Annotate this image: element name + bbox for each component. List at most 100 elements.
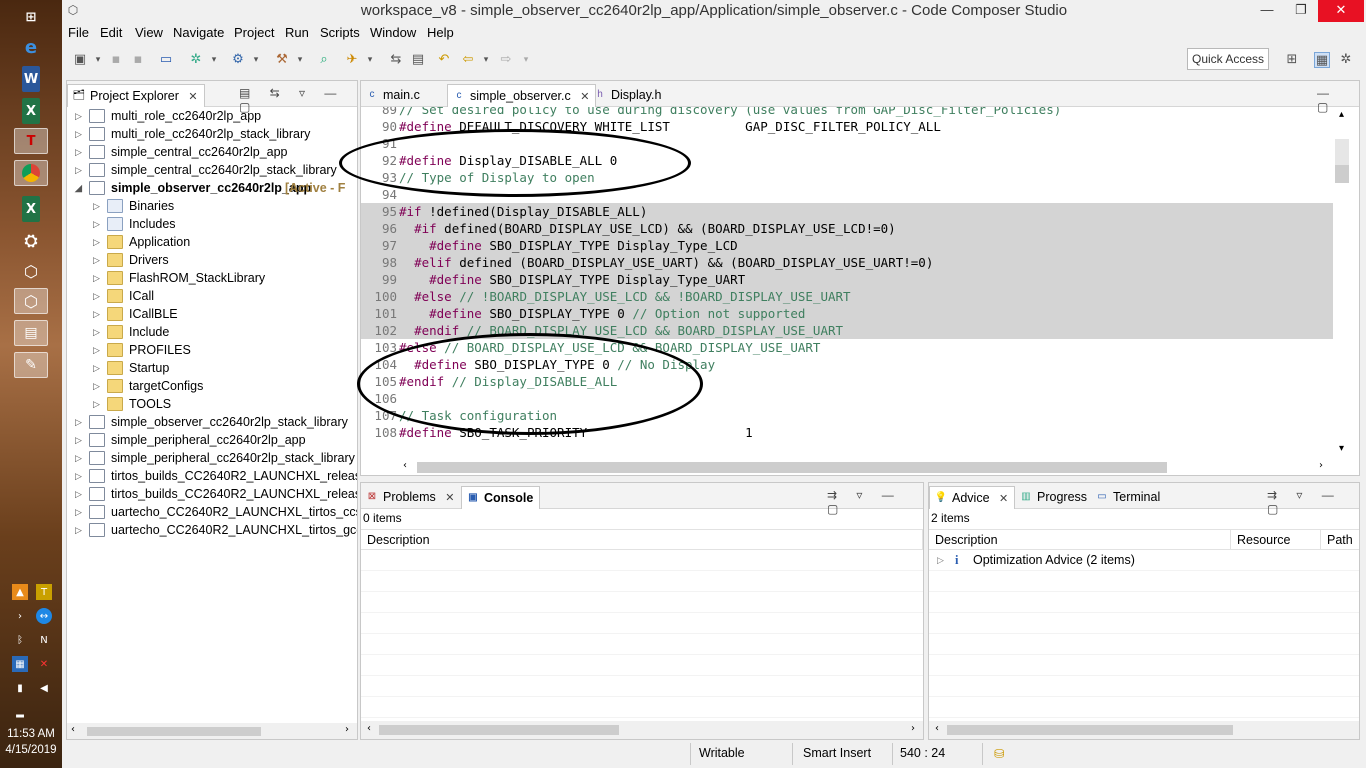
debug-icon[interactable]: ⚙ (230, 52, 246, 68)
internet-explorer-icon[interactable]: e (14, 34, 48, 60)
advice-hscrollbar[interactable]: ‹ (929, 721, 1359, 739)
new-dropdown-icon[interactable]: ▾ (90, 52, 106, 68)
tray-teamviewer-icon[interactable]: ↔ (36, 608, 52, 624)
tree-item[interactable]: ▷ simple_central_cc2640r2lp_app (75, 143, 357, 161)
debug-dropdown-icon[interactable]: ▾ (248, 52, 264, 68)
tree-item[interactable]: ▷ ICall (93, 287, 357, 305)
expand-arrow-icon[interactable]: ▷ (75, 467, 85, 485)
tree-item[interactable]: ▷ PROFILES (93, 341, 357, 359)
open-perspective-icon[interactable]: ⊞ (1284, 52, 1300, 68)
tree-item[interactable]: ▷ uartecho_CC2640R2_LAUNCHXL_tirtos_ccs (75, 503, 357, 521)
bluetooth-icon[interactable]: ᛒ (12, 632, 28, 648)
advice-view-icons[interactable]: ⇉ ▿ — ▢ (1267, 488, 1359, 516)
menu-help[interactable]: Help (427, 25, 454, 40)
tray-chevron-icon[interactable]: › (12, 608, 28, 624)
expand-arrow-icon[interactable]: ▷ (75, 431, 85, 449)
save-all-icon[interactable]: ▪ (130, 52, 146, 68)
close-tab-icon[interactable]: ✕ (999, 493, 1008, 505)
tree-item[interactable]: ▷ multi_role_cc2640r2lp_app (75, 107, 357, 125)
forward-icon[interactable]: ⇨ (498, 52, 514, 68)
tab-progress[interactable]: ▥ Progress (1015, 486, 1093, 509)
hammer-icon[interactable]: ⚒ (274, 52, 290, 68)
battery-icon[interactable]: ▮ (12, 680, 28, 696)
scroll-left-icon[interactable]: ‹ (71, 724, 75, 735)
open-type-icon[interactable]: ⇆ (388, 52, 404, 68)
code-line[interactable]: 89// Set desired policy to use during di… (361, 107, 1333, 118)
editor-vscroll-marker[interactable] (1335, 165, 1349, 183)
scroll-up-icon[interactable]: ▴ (1339, 109, 1344, 120)
expand-arrow-icon[interactable]: ▷ (93, 269, 103, 287)
tree-item[interactable]: ▷ simple_central_cc2640r2lp_stack_library (75, 161, 357, 179)
code-line[interactable]: 98 #elif defined (BOARD_DISPLAY_USE_UART… (361, 254, 1333, 271)
code-line[interactable]: 97 #define SBO_DISPLAY_TYPE Display_Type… (361, 237, 1333, 254)
notepad-icon[interactable]: ✎ (14, 352, 48, 378)
tab-display-h[interactable]: h Display.h (589, 84, 667, 107)
expand-arrow-icon[interactable]: ▷ (93, 233, 103, 251)
problems-hscrollbar[interactable]: ‹ › (361, 721, 923, 739)
tree-item[interactable]: ▷ ICallBLE (93, 305, 357, 323)
expand-arrow-icon[interactable]: ▷ (75, 143, 85, 161)
menu-project[interactable]: Project (234, 25, 274, 40)
terminal-icon[interactable]: ▭ (158, 52, 174, 68)
back-dropdown-icon[interactable]: ▾ (478, 52, 494, 68)
tree-item[interactable]: ▷ FlashROM_StackLibrary (93, 269, 357, 287)
outline-icon[interactable]: ▤ (410, 52, 426, 68)
flash-dropdown-icon[interactable]: ▾ (362, 52, 378, 68)
problems-view-icons[interactable]: ⇉ ▿ — ▢ (827, 488, 923, 516)
expand-arrow-icon[interactable]: ▷ (93, 251, 103, 269)
ccs-edit-perspective-icon[interactable]: ▦ (1314, 52, 1330, 68)
col-description[interactable]: Description (361, 530, 923, 551)
cube-app-icon[interactable]: ⬡ (14, 258, 48, 284)
tab-console[interactable]: ▣ Console (461, 486, 541, 509)
tree-item[interactable]: ▷ Include (93, 323, 357, 341)
tab-problems[interactable]: ⊠ Problems ✕ (361, 486, 461, 509)
menu-edit[interactable]: Edit (100, 25, 122, 40)
expand-arrow-icon[interactable]: ▷ (93, 377, 103, 395)
tree-item[interactable]: ▷ Includes (93, 215, 357, 233)
code-line[interactable]: 96 #if defined(BOARD_DISPLAY_USE_LCD) &&… (361, 220, 1333, 237)
tree-item[interactable]: ▷ simple_peripheral_cc2640r2lp_app (75, 431, 357, 449)
tab-terminal[interactable]: ▭ Terminal (1091, 486, 1166, 509)
tree-item[interactable]: ▷ uartecho_CC2640R2_LAUNCHXL_tirtos_gcc (75, 521, 357, 539)
tray-ti-icon[interactable]: T (36, 584, 52, 600)
close-button[interactable]: ✕ (1318, 0, 1364, 22)
tree-item[interactable]: ▷ multi_role_cc2640r2lp_stack_library (75, 125, 357, 143)
expand-arrow-icon[interactable]: ▷ (937, 550, 944, 570)
tab-simple-observer-c[interactable]: c simple_observer.c ✕ (447, 84, 597, 107)
excel-icon[interactable]: X (22, 98, 40, 124)
expand-arrow-icon[interactable]: ▷ (75, 107, 85, 125)
tree-item[interactable]: ▷ Binaries (93, 197, 357, 215)
hammer-dropdown-icon[interactable]: ▾ (292, 52, 308, 68)
tray-nx-icon[interactable]: N (36, 632, 52, 648)
ccs-logo-icon[interactable]: ⬡ (66, 3, 80, 17)
tab-project-explorer[interactable]: 🗂 Project Explorer ✕ (67, 84, 205, 107)
menu-navigate[interactable]: Navigate (173, 25, 224, 40)
word-icon[interactable]: W (22, 66, 40, 92)
problems-hscroll-thumb[interactable] (379, 725, 619, 735)
tree-item[interactable]: ▷ tirtos_builds_CC2640R2_LAUNCHXL_release… (75, 467, 357, 485)
expand-arrow-icon[interactable]: ▷ (93, 197, 103, 215)
tray-app-icon[interactable]: ▲ (12, 584, 28, 600)
notifications-icon[interactable]: ⛁ (994, 746, 1004, 761)
tree-item[interactable]: ▷ TOOLS (93, 395, 357, 413)
tree-item[interactable]: ◢ simple_observer_cc2640r2lp_app [Active -… (75, 179, 357, 197)
menu-scripts[interactable]: Scripts (320, 25, 360, 40)
menu-view[interactable]: View (135, 25, 163, 40)
build-dropdown-icon[interactable]: ▾ (206, 52, 222, 68)
minimize-button[interactable]: — (1250, 0, 1284, 22)
expand-arrow-icon[interactable]: ▷ (93, 287, 103, 305)
expand-arrow-icon[interactable]: ▷ (75, 449, 85, 467)
expand-arrow-icon[interactable]: ▷ (93, 215, 103, 233)
tray-network-icon[interactable]: ▦ (12, 656, 28, 672)
scroll-left-icon[interactable]: ‹ (367, 723, 371, 734)
expand-arrow-icon[interactable]: ▷ (93, 305, 103, 323)
tab-advice[interactable]: 💡 Advice ✕ (929, 486, 1016, 509)
advice-hscroll-thumb[interactable] (947, 725, 1233, 735)
tree-item[interactable]: ▷ simple_peripheral_cc2640r2lp_stack_libr… (75, 449, 357, 467)
close-tab-icon[interactable]: ✕ (188, 91, 197, 103)
scroll-right-icon[interactable]: › (345, 724, 349, 735)
editor-hscroll-thumb[interactable] (417, 462, 1167, 473)
close-tab-icon[interactable]: ✕ (445, 492, 454, 504)
excel-icon-2[interactable]: X (22, 196, 40, 222)
expand-arrow-icon[interactable]: ▷ (75, 161, 85, 179)
